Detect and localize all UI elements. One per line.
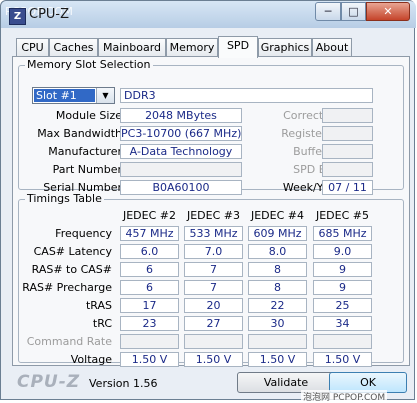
timing-cell: 457 MHz — [120, 226, 179, 241]
cpuz-app-icon: Z — [9, 8, 26, 25]
timing-row-label: Voltage — [70, 353, 112, 366]
memory-slot-group-title: Memory Slot Selection — [25, 58, 153, 71]
timing-cell: 9 — [313, 262, 372, 277]
timing-cell: 1.50 V — [248, 352, 307, 367]
timing-cell: 20 — [184, 298, 243, 313]
timing-row-label: Command Rate — [26, 335, 112, 348]
timing-cell: 7 — [184, 280, 243, 295]
timing-cell — [313, 334, 372, 349]
module-size-label: Module Size — [55, 109, 122, 122]
part-number-label: Part Number — [52, 163, 122, 176]
tab-graphics[interactable]: Graphics — [258, 38, 312, 56]
timing-row-label: tRAS — [85, 299, 112, 312]
registered-value — [322, 126, 373, 141]
timing-row-label: RAS# to CAS# — [31, 263, 112, 276]
timings-table-group: Timings Table JEDEC #2 JEDEC #3 JEDEC #4… — [18, 192, 404, 367]
timing-cell: 23 — [120, 316, 179, 331]
spd-ext-value — [322, 162, 373, 177]
timing-cell: 34 — [313, 316, 372, 331]
module-size-value: 2048 MBytes — [120, 108, 242, 123]
manufacturer-value: A-Data Technology — [120, 144, 242, 159]
timing-row-label: CAS# Latency — [33, 245, 112, 258]
max-bandwidth-value: PC3-10700 (667 MHz) — [120, 126, 242, 141]
correction-value — [322, 108, 373, 123]
chevron-down-icon[interactable]: ▼ — [96, 88, 114, 103]
spd-panel: Memory Slot Selection Slot #1 ▼ DDR3 Mod… — [12, 56, 410, 367]
timing-cell: 1.50 V — [184, 352, 243, 367]
manufacturer-label: Manufacturer — [48, 145, 122, 158]
version-label: Version 1.56 — [89, 377, 158, 390]
timings-table-title: Timings Table — [25, 192, 104, 205]
timing-row-label: tRC — [92, 317, 112, 330]
max-bandwidth-label: Max Bandwidth — [37, 127, 122, 140]
close-button[interactable]: ✕ — [366, 2, 410, 21]
cpuz-window: PCPOP.COM Z CPU-Z ─ □ ✕ CPU Caches Mainb… — [0, 0, 416, 403]
part-number-value — [120, 162, 242, 177]
timing-cell — [184, 334, 243, 349]
timing-cell: 8 — [248, 262, 307, 277]
timing-cell: 30 — [248, 316, 307, 331]
window-title: CPU-Z — [29, 7, 70, 22]
timing-cell: 8.0 — [248, 244, 307, 259]
timing-cell: 6.0 — [120, 244, 179, 259]
timing-row-label: RAS# Precharge — [22, 281, 112, 294]
timings-column-header: JEDEC #5 — [315, 209, 369, 222]
tab-cpu[interactable]: CPU — [16, 38, 49, 56]
tab-caches[interactable]: Caches — [49, 38, 98, 56]
timing-cell: 8 — [248, 280, 307, 295]
slot-dropdown[interactable]: Slot #1 ▼ — [32, 87, 115, 104]
timing-cell: 27 — [184, 316, 243, 331]
timing-cell: 17 — [120, 298, 179, 313]
buffered-value — [322, 144, 373, 159]
timings-column-header: JEDEC #4 — [250, 209, 304, 222]
timing-cell: 22 — [248, 298, 307, 313]
serial-number-value: B0A60100 — [120, 180, 242, 195]
timing-cell: 9.0 — [313, 244, 372, 259]
timing-cell: 6 — [120, 262, 179, 277]
timing-cell — [120, 334, 179, 349]
memory-slot-group: Memory Slot Selection Slot #1 ▼ DDR3 Mod… — [18, 58, 404, 195]
timing-cell — [248, 334, 307, 349]
tab-about[interactable]: About — [312, 38, 352, 56]
timing-cell: 685 MHz — [313, 226, 372, 241]
timing-row-label: Frequency — [55, 227, 112, 240]
maximize-button[interactable]: □ — [341, 2, 366, 21]
memory-type-value: DDR3 — [120, 88, 373, 103]
timing-cell: 533 MHz — [184, 226, 243, 241]
title-bar[interactable]: PCPOP.COM Z CPU-Z ─ □ ✕ — [1, 1, 416, 28]
timing-cell: 7.0 — [184, 244, 243, 259]
timing-cell: 9 — [313, 280, 372, 295]
timings-column-header: JEDEC #3 — [186, 209, 240, 222]
timings-column-header: JEDEC #2 — [122, 209, 176, 222]
timing-cell: 6 — [120, 280, 179, 295]
timing-cell: 1.50 V — [120, 352, 179, 367]
slot-dropdown-value: Slot #1 — [34, 89, 95, 102]
tab-spd[interactable]: SPD — [218, 36, 258, 58]
minimize-button[interactable]: ─ — [315, 2, 341, 21]
week-year-value: 07 / 11 — [322, 180, 373, 195]
tab-mainboard[interactable]: Mainboard — [98, 38, 166, 56]
timing-cell: 7 — [184, 262, 243, 277]
timing-cell: 25 — [313, 298, 372, 313]
cpuz-logo: CPU-Z — [17, 372, 81, 392]
tab-memory[interactable]: Memory — [166, 38, 218, 56]
footer-watermark: 泡泡网 PCPOP.COM — [301, 390, 388, 403]
timing-cell: 1.50 V — [313, 352, 372, 367]
timing-cell: 609 MHz — [248, 226, 307, 241]
